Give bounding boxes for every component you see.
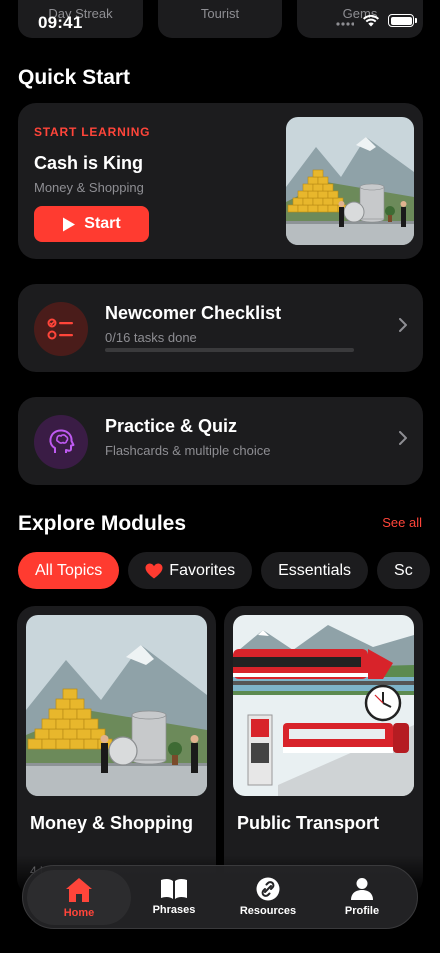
chip-essentials[interactable]: Essentials (261, 552, 369, 589)
quick-start-card[interactable]: START LEARNING Cash is King Money & Shop… (18, 103, 423, 259)
checklist-title: Newcomer Checklist (105, 303, 282, 323)
checklist-subtitle: 0/16 tasks done (105, 330, 197, 345)
module-title: Public Transport (237, 813, 380, 833)
chip-label: All Topics (35, 561, 103, 579)
lesson-illustration (286, 117, 414, 245)
heart-icon (145, 563, 163, 578)
chevron-right-icon (399, 431, 407, 445)
tab-label: Home (63, 906, 95, 919)
status-indicators (336, 14, 417, 27)
tab-profile[interactable]: Profile (317, 866, 407, 928)
chevron-right-icon (399, 318, 407, 332)
chip-label: Favorites (169, 561, 236, 579)
newcomer-checklist-card[interactable]: Newcomer Checklist 0/16 tasks done (18, 284, 423, 372)
module-card-money-shopping[interactable]: Money & Shopping 4 l (17, 606, 216, 896)
tab-label: Resources (239, 905, 297, 917)
status-time: 09:41 (38, 13, 83, 32)
practice-quiz-card[interactable]: Practice & Quiz Flashcards & multiple ch… (18, 397, 423, 485)
explore-modules-title: Explore Modules (18, 512, 187, 535)
tab-label: Phrases (152, 904, 196, 916)
checklist-icon (34, 302, 88, 356)
person-icon (351, 878, 373, 900)
book-icon (161, 878, 187, 899)
quick-start-title: Quick Start (18, 66, 131, 89)
play-icon (63, 217, 76, 231)
module-title: Money & Shopping (30, 813, 193, 833)
status-bar: 09:41 (0, 0, 440, 40)
tab-bar: Home Phrases Resources Profile (22, 865, 418, 929)
lesson-title: Cash is King (34, 153, 144, 173)
tab-resources[interactable]: Resources (223, 866, 313, 928)
tab-home[interactable]: Home (27, 870, 131, 925)
home-icon (66, 877, 92, 902)
chip-label: Essentials (278, 561, 352, 579)
practice-subtitle: Flashcards & multiple choice (105, 443, 271, 458)
signal-icon (336, 21, 354, 26)
chip-favorites[interactable]: Favorites (128, 552, 253, 589)
chip-all-topics[interactable]: All Topics (18, 552, 120, 589)
wifi-icon (363, 14, 379, 27)
start-button[interactable]: Start (34, 206, 149, 242)
link-icon (256, 877, 280, 901)
practice-title: Practice & Quiz (105, 416, 238, 436)
topic-filter-chips: All Topics Favorites Essentials Sc (18, 552, 440, 589)
start-button-label: Start (84, 215, 121, 232)
quick-start-kicker: START LEARNING (34, 125, 151, 139)
chip-more[interactable]: Sc (377, 552, 430, 589)
module-illustration-money (26, 615, 207, 796)
checklist-progress-bar (105, 348, 354, 352)
chip-label: Sc (394, 561, 413, 579)
tab-label: Profile (344, 905, 380, 917)
battery-icon (388, 14, 417, 27)
module-card-public-transport[interactable]: Public Transport (224, 606, 423, 896)
see-all-link[interactable]: See all (382, 515, 422, 530)
module-illustration-transport (233, 615, 414, 796)
lesson-subtitle: Money & Shopping (34, 180, 144, 195)
brain-head-icon (34, 415, 88, 469)
tab-phrases[interactable]: Phrases (129, 866, 219, 928)
